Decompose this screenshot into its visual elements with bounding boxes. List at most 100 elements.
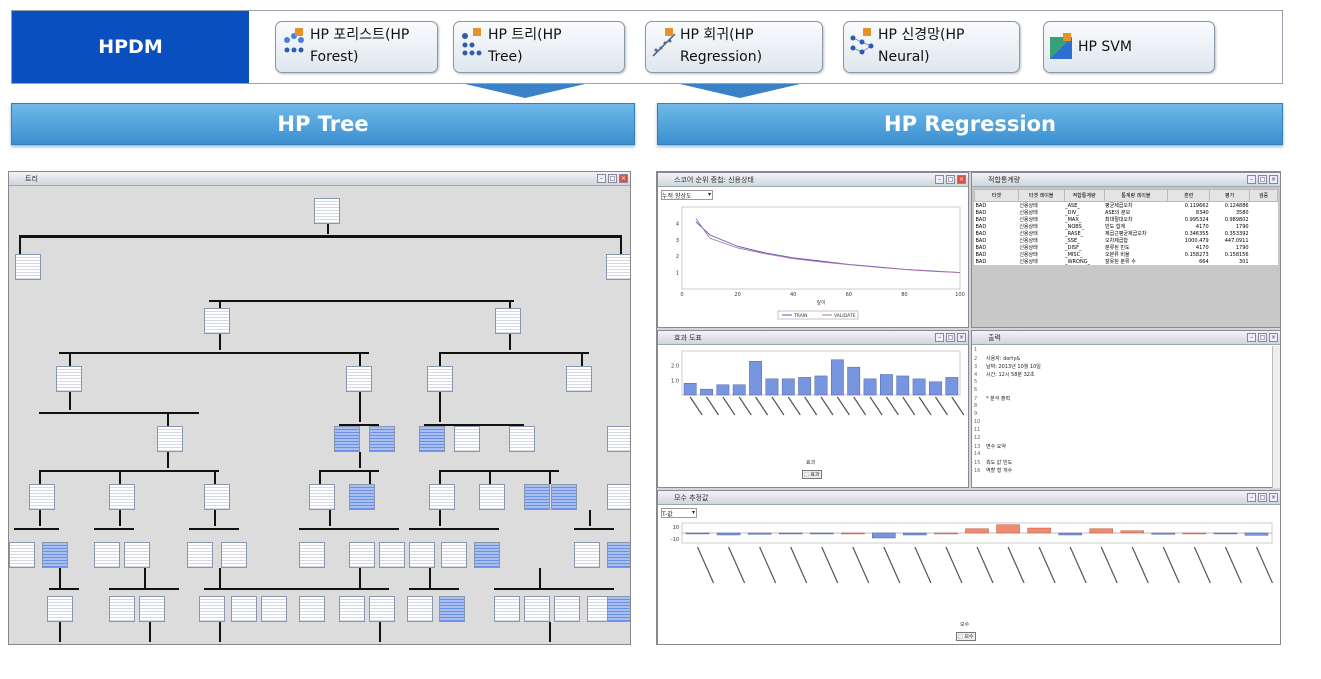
tree-node[interactable] xyxy=(494,596,520,622)
effects-button[interactable]: ⬚ 효과 xyxy=(802,470,822,479)
tree-node[interactable] xyxy=(509,426,535,452)
tree-node[interactable] xyxy=(15,254,41,280)
tree-node[interactable] xyxy=(566,366,592,392)
tree-node[interactable] xyxy=(314,198,340,224)
tree-node[interactable] xyxy=(261,596,287,622)
tree-node[interactable] xyxy=(42,542,68,568)
tree-node[interactable] xyxy=(454,426,480,452)
tree-node[interactable] xyxy=(495,308,521,334)
tree-node[interactable] xyxy=(409,542,435,568)
tree-node[interactable] xyxy=(199,596,225,622)
tree-node[interactable] xyxy=(574,542,600,568)
estimates-button[interactable]: ⬚ 모수 xyxy=(956,632,976,641)
tree-node[interactable] xyxy=(479,484,505,510)
tree-node[interactable] xyxy=(204,308,230,334)
node-hp-neural[interactable]: HP 신경망(HP Neural) xyxy=(843,21,1020,73)
table-row[interactable]: BAD 신용상태 _RASE_ 제곱근평균제곱오차 0.346355 0.353392 xyxy=(975,230,1278,238)
table-row[interactable]: BAD 신용상태 _WRONG_ 잘못된 분류 수 664 301 xyxy=(975,258,1278,266)
maximize-icon[interactable]: □ xyxy=(608,174,617,183)
tree-node[interactable] xyxy=(349,484,375,510)
tree-node[interactable] xyxy=(474,542,500,568)
tree-node[interactable] xyxy=(299,596,325,622)
tree-node[interactable] xyxy=(429,484,455,510)
tree-node[interactable] xyxy=(309,484,335,510)
node-hp-svm[interactable]: HP SVM xyxy=(1043,21,1215,73)
tree-node[interactable] xyxy=(109,484,135,510)
column-header[interactable]: 훈련 xyxy=(1167,189,1211,202)
tree-node[interactable] xyxy=(606,254,630,280)
tree-node[interactable] xyxy=(9,542,35,568)
tree-node[interactable] xyxy=(157,426,183,452)
tree-node[interactable] xyxy=(407,596,433,622)
column-header[interactable]: 통계량 레이블 xyxy=(1103,189,1169,202)
output-scrollbar[interactable] xyxy=(1272,346,1280,488)
tree-node[interactable] xyxy=(607,484,630,510)
tree-node[interactable] xyxy=(339,596,365,622)
measure-dropdown[interactable]: 누적 향상도 ▾ xyxy=(661,190,713,200)
table-row[interactable]: BAD 신용상태 _DISF_ 분류된 빈도 4170 1790 xyxy=(975,244,1278,252)
maximize-icon[interactable]: □ xyxy=(1258,493,1267,502)
close-icon[interactable]: × xyxy=(1269,175,1278,184)
column-header[interactable]: 타겟 xyxy=(974,189,1019,202)
tree-node[interactable] xyxy=(607,596,630,622)
tree-node[interactable] xyxy=(47,596,73,622)
tree-node[interactable] xyxy=(139,596,165,622)
minimize-icon[interactable]: – xyxy=(935,333,944,342)
tree-node[interactable] xyxy=(554,596,580,622)
close-icon[interactable]: × xyxy=(957,333,966,342)
tree-node[interactable] xyxy=(231,596,257,622)
tree-node[interactable] xyxy=(109,596,135,622)
column-header[interactable]: 검증 xyxy=(1249,189,1278,202)
tree-node[interactable] xyxy=(369,426,395,452)
tree-node[interactable] xyxy=(524,596,550,622)
tree-node[interactable] xyxy=(187,542,213,568)
tree-node[interactable] xyxy=(441,542,467,568)
close-icon[interactable]: × xyxy=(1269,333,1278,342)
tree-node[interactable] xyxy=(427,366,453,392)
tree-branch-line xyxy=(109,588,179,590)
maximize-icon[interactable]: □ xyxy=(1258,333,1267,342)
maximize-icon[interactable]: □ xyxy=(1258,175,1267,184)
column-header[interactable]: 평가 xyxy=(1209,189,1251,202)
column-header[interactable]: 적합통계량 xyxy=(1063,189,1105,202)
column-header[interactable]: 타겟 레이블 xyxy=(1017,189,1065,202)
table-row[interactable]: BAD 신용상태 _SSE_ 오차제곱합 1000.479 447.0911 xyxy=(975,237,1278,245)
minimize-icon[interactable]: – xyxy=(1247,333,1256,342)
tree-node[interactable] xyxy=(349,542,375,568)
node-hp-regression[interactable]: HP 회귀(HP Regression) xyxy=(645,21,823,73)
tree-node[interactable] xyxy=(607,542,630,568)
tree-node[interactable] xyxy=(29,484,55,510)
statistic-dropdown[interactable]: T-값 ▾ xyxy=(661,508,697,518)
close-icon[interactable]: × xyxy=(1269,493,1278,502)
minimize-icon[interactable]: – xyxy=(935,175,944,184)
minimize-icon[interactable]: – xyxy=(597,174,606,183)
tree-node[interactable] xyxy=(607,426,630,452)
maximize-icon[interactable]: □ xyxy=(946,333,955,342)
table-row[interactable]: BAD 신용상태 _NOBS_ 빈도 합계 4170 1790 xyxy=(975,223,1278,231)
tree-node[interactable] xyxy=(419,426,445,452)
tree-node[interactable] xyxy=(334,426,360,452)
tree-node[interactable] xyxy=(379,542,405,568)
table-row[interactable]: BAD 신용상태 _MAX_ 최대절대오차 0.995324 0.989802 xyxy=(975,216,1278,224)
tree-node[interactable] xyxy=(204,484,230,510)
table-row[interactable]: BAD 신용상태 _MISC_ 오분류 비율 0.158273 0.158156 xyxy=(975,251,1278,259)
tree-node[interactable] xyxy=(299,542,325,568)
tree-node[interactable] xyxy=(221,542,247,568)
tree-node[interactable] xyxy=(94,542,120,568)
tree-node[interactable] xyxy=(551,484,577,510)
tree-node[interactable] xyxy=(439,596,465,622)
node-hp-tree[interactable]: HP 트리(HP Tree) xyxy=(453,21,625,73)
tree-node[interactable] xyxy=(369,596,395,622)
minimize-icon[interactable]: – xyxy=(1247,175,1256,184)
tree-node[interactable] xyxy=(524,484,550,510)
tree-node[interactable] xyxy=(124,542,150,568)
minimize-icon[interactable]: – xyxy=(1247,493,1256,502)
tree-node[interactable] xyxy=(346,366,372,392)
tree-node[interactable] xyxy=(56,366,82,392)
close-icon[interactable]: × xyxy=(957,175,966,184)
table-row[interactable]: BAD 신용상태 _ASE_ 평균제곱오차 0.119662 0.124886 xyxy=(975,202,1278,210)
maximize-icon[interactable]: □ xyxy=(946,175,955,184)
node-hp-forest[interactable]: HP 포리스트(HP Forest) xyxy=(275,21,438,73)
table-row[interactable]: BAD 신용상태 _DIV_ ASE의 분모 8340 3580 xyxy=(975,209,1278,217)
close-icon[interactable]: × xyxy=(619,174,628,183)
